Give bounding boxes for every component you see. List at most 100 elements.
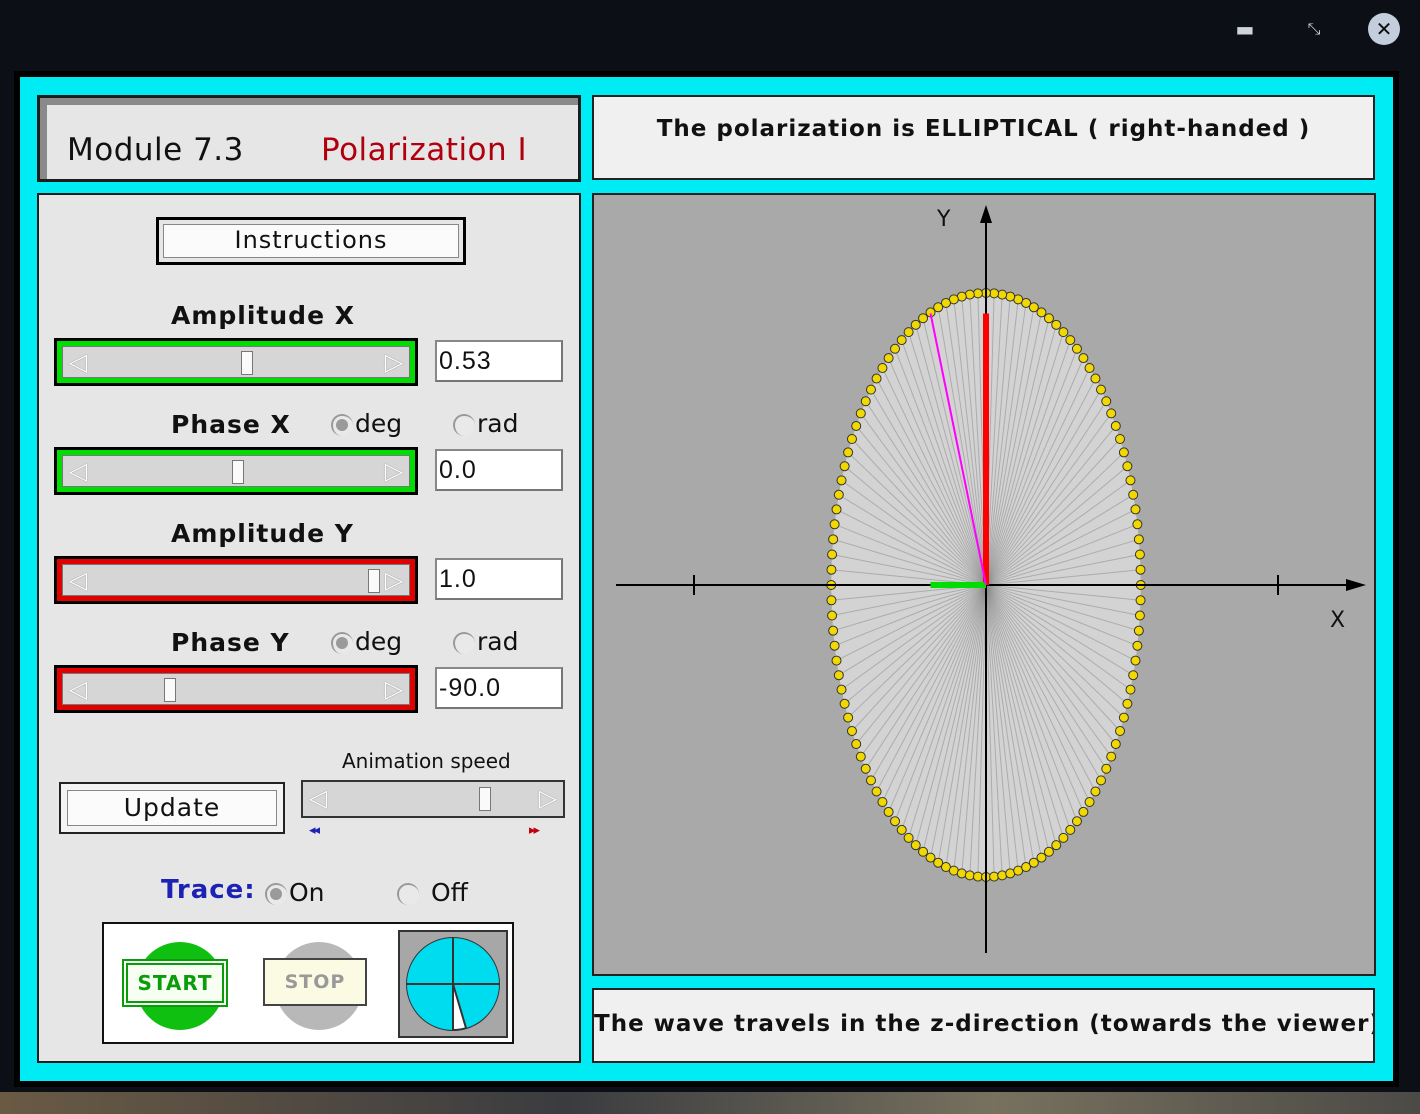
trace-dot <box>903 327 914 338</box>
phase-x-rad-label: rad <box>477 409 519 438</box>
restore-icon[interactable]: ⤡ <box>1297 12 1331 46</box>
phase-x-deg-radio[interactable]: deg <box>331 409 402 438</box>
trace-dot <box>1134 610 1145 621</box>
phase-x-slider[interactable]: ◁ ▷ <box>54 447 418 495</box>
trace-dot <box>851 420 862 431</box>
amplitude-x-track[interactable]: ◁ ▷ <box>62 346 410 378</box>
arrow-left-icon[interactable]: ◁ <box>65 457 91 485</box>
trace-dot <box>918 846 929 857</box>
trace-dot <box>1128 489 1139 500</box>
trace-dot <box>896 335 907 346</box>
trace-off-radio[interactable]: Off <box>397 878 468 907</box>
radio-selected-icon[interactable] <box>331 414 353 436</box>
trace-dot <box>1065 824 1076 835</box>
phase-y-input[interactable] <box>435 667 563 709</box>
trace-dot <box>1125 684 1136 695</box>
arrow-right-icon[interactable]: ▷ <box>381 566 407 594</box>
x-axis-arrow-icon <box>1346 579 1366 591</box>
animation-speed-slider[interactable]: ◁ ▷ <box>301 780 565 818</box>
polarization-status-box: The polarization is ELLIPTICAL ( right-h… <box>592 95 1375 180</box>
trace-dot <box>1106 408 1117 419</box>
phase-y-slider[interactable]: ◁ ▷ <box>54 665 418 713</box>
phase-y-thumb[interactable] <box>164 678 176 702</box>
phase-x-track[interactable]: ◁ ▷ <box>62 455 410 487</box>
arrow-right-icon[interactable]: ▷ <box>381 675 407 703</box>
faster-icon: ▸▸ <box>529 823 540 838</box>
amplitude-x-thumb[interactable] <box>241 351 253 375</box>
trace-dot <box>829 519 840 530</box>
trace-dot <box>1128 670 1139 681</box>
trace-dot <box>1115 434 1126 444</box>
phase-x-input[interactable] <box>435 449 563 491</box>
animation-speed-thumb[interactable] <box>479 787 491 811</box>
trace-dot <box>855 408 866 419</box>
arrow-left-icon[interactable]: ◁ <box>305 784 331 814</box>
phase-x-thumb[interactable] <box>232 460 244 484</box>
stop-button[interactable]: STOP <box>263 958 367 1006</box>
arrow-right-icon[interactable]: ▷ <box>535 784 561 814</box>
trace-dot <box>1118 712 1129 723</box>
trace-dot <box>839 698 850 709</box>
trace-dot <box>918 313 929 324</box>
start-button[interactable]: START <box>122 959 228 1007</box>
radio-unselected-icon[interactable] <box>453 414 475 436</box>
trace-dot <box>1065 335 1076 346</box>
trace-dot <box>1115 726 1126 736</box>
x-axis-label: X <box>1330 608 1345 633</box>
trace-dot <box>1135 595 1146 606</box>
trace-on-radio[interactable]: On <box>265 878 325 907</box>
trace-dot <box>883 353 894 364</box>
instructions-button[interactable]: Instructions <box>163 224 459 258</box>
amplitude-y-input[interactable] <box>435 558 563 600</box>
trace-dot <box>910 840 921 851</box>
trace-dot <box>883 806 894 817</box>
amplitude-y-thumb[interactable] <box>368 569 380 593</box>
trace-dot <box>997 870 1008 881</box>
amplitude-y-track[interactable]: ◁ ▷ <box>62 564 410 596</box>
arrow-left-icon[interactable]: ◁ <box>65 566 91 594</box>
phase-y-rad-radio[interactable]: rad <box>453 627 518 656</box>
trace-dot <box>831 655 842 666</box>
trace-dot <box>1051 840 1062 851</box>
phase-y-track[interactable]: ◁ ▷ <box>62 673 410 705</box>
radio-unselected-icon[interactable] <box>397 883 419 905</box>
trace-dot <box>836 684 847 695</box>
trace-dot <box>1058 832 1069 843</box>
polarization-status: The polarization is ELLIPTICAL ( right-h… <box>656 116 1311 142</box>
trace-dot <box>964 289 975 300</box>
radio-unselected-icon[interactable] <box>453 632 475 654</box>
trace-dot <box>1084 796 1095 807</box>
amplitude-y-slider[interactable]: ◁ ▷ <box>54 556 418 604</box>
close-icon[interactable]: ✕ <box>1368 13 1400 45</box>
phase-x-rad-radio[interactable]: rad <box>453 409 518 438</box>
trace-label: Trace: <box>161 875 256 905</box>
amplitude-x-input[interactable] <box>435 340 563 382</box>
update-button[interactable]: Update <box>67 790 277 826</box>
trace-dot <box>855 751 866 762</box>
amplitude-x-slider[interactable]: ◁ ▷ <box>54 338 418 386</box>
radio-selected-icon[interactable] <box>265 883 287 905</box>
minimize-icon[interactable]: ▬ <box>1228 12 1262 46</box>
module-number: Module 7.3 <box>67 132 244 168</box>
trace-dot <box>865 384 876 395</box>
trace-dot <box>843 447 854 458</box>
trace-dot <box>1106 751 1117 762</box>
slower-icon: ◂◂ <box>309 823 320 838</box>
trace-dot <box>839 461 850 472</box>
arrow-left-icon[interactable]: ◁ <box>65 675 91 703</box>
radio-selected-icon[interactable] <box>331 632 353 654</box>
trace-dot <box>1043 313 1054 324</box>
trace-dot <box>871 373 882 384</box>
window-titlebar: ▬ ⤡ ✕ <box>0 0 1420 58</box>
trace-dot <box>1101 763 1112 774</box>
trace-dot <box>890 816 901 827</box>
trace-dot <box>826 595 837 606</box>
arrow-right-icon[interactable]: ▷ <box>381 348 407 376</box>
trace-dot <box>1043 846 1054 857</box>
phase-y-label: Phase Y <box>171 628 290 657</box>
trace-dot <box>828 625 839 636</box>
footer-box: The wave travels in the z-direction (tow… <box>592 988 1375 1063</box>
phase-y-deg-radio[interactable]: deg <box>331 627 402 656</box>
arrow-right-icon[interactable]: ▷ <box>381 457 407 485</box>
arrow-left-icon[interactable]: ◁ <box>65 348 91 376</box>
